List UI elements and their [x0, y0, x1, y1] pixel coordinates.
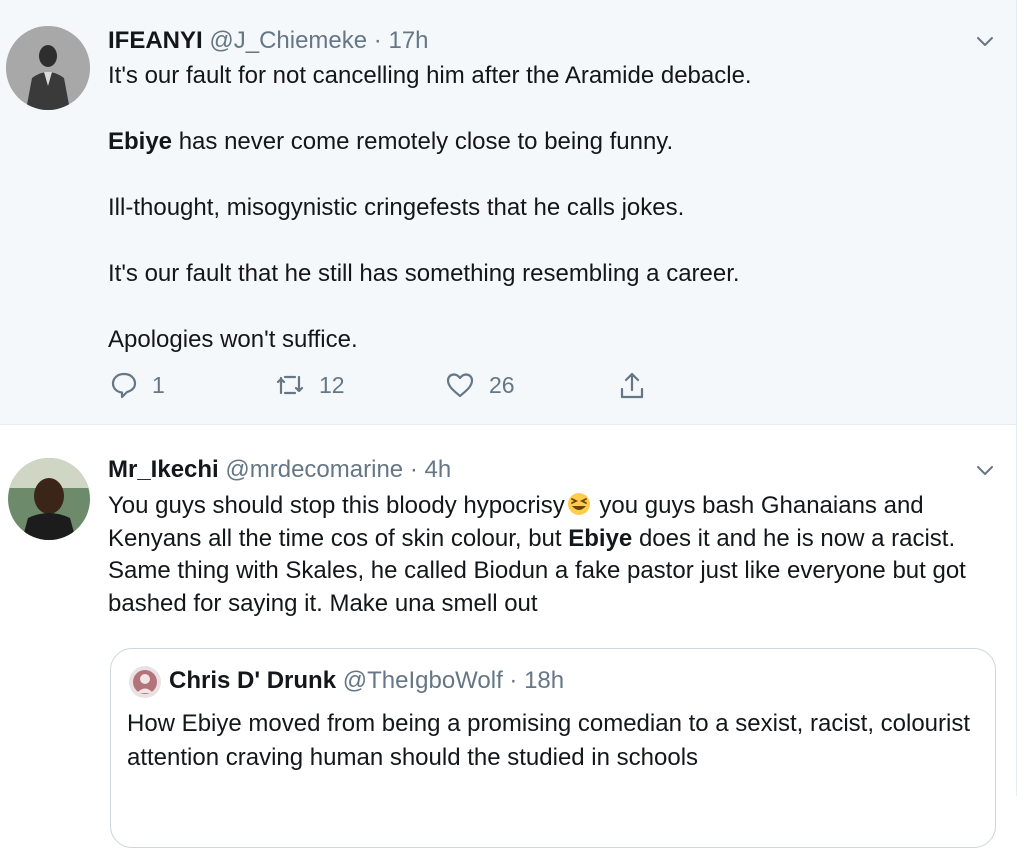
quoted-user-handle: @TheIgboWolf: [342, 667, 503, 694]
highlighted-keyword: Ebiye: [108, 128, 173, 155]
tweet-text: You guys should stop this bloody hypocri…: [108, 490, 998, 620]
share-button[interactable]: [618, 371, 646, 401]
text-segment: It's our fault that he still has somethi…: [108, 260, 740, 287]
tweet-paragraph: It's our fault that he still has somethi…: [108, 258, 988, 290]
retweet-arrows-icon: [276, 375, 304, 395]
reply-count: 1: [152, 371, 165, 398]
chevron-down-icon[interactable]: [974, 30, 996, 52]
tweet-mr-ikechi[interactable]: Mr_Ikechi @mrdecomarine · 4h You guys sh…: [0, 426, 1016, 848]
text-segment: You guys should stop this bloody hypocri…: [108, 492, 565, 519]
tweet-paragraph: Ill-thought, misogynistic cringefests th…: [108, 192, 988, 224]
text-segment: It's our fault for not cancelling him af…: [108, 62, 752, 89]
heart-icon: [446, 373, 474, 398]
retweet-button[interactable]: 12: [275, 371, 345, 399]
quoted-tweet-text: How Ebiye moved from being a promising c…: [127, 710, 971, 771]
quoted-tweet[interactable]: Chris D' Drunk @TheIgboWolf · 18h How Eb…: [110, 648, 996, 848]
timestamp[interactable]: 17h: [388, 27, 428, 54]
tweet-paragraph: Apologies won't suffice.: [108, 324, 988, 356]
share-upload-icon: [620, 372, 644, 399]
tweet-header: IFEANYI @J_Chiemeke · 17h: [108, 27, 429, 55]
tweet-actions: 1 12 26: [110, 371, 670, 403]
display-name[interactable]: IFEANYI: [108, 27, 203, 54]
tweet-ifeanyi[interactable]: IFEANYI @J_Chiemeke · 17h It's our fault…: [0, 0, 1016, 425]
grinning-squinting-face-icon: [565, 492, 593, 516]
user-avatar[interactable]: [8, 458, 90, 540]
like-count: 26: [489, 371, 515, 398]
text-segment: Ill-thought, misogynistic cringefests th…: [108, 194, 685, 221]
like-button[interactable]: 26: [445, 371, 515, 399]
quoted-tweet-header: Chris D' Drunk @TheIgboWolf · 18h: [169, 667, 564, 695]
separator-dot: ·: [509, 667, 518, 694]
separator-dot: ·: [373, 27, 382, 54]
tweet-header: Mr_Ikechi @mrdecomarine · 4h: [108, 456, 451, 484]
speech-bubble-icon: [111, 372, 137, 399]
quoted-display-name: Chris D' Drunk: [169, 667, 337, 694]
timestamp[interactable]: 4h: [424, 456, 451, 483]
highlighted-keyword: Ebiye: [568, 524, 633, 552]
user-handle[interactable]: @mrdecomarine: [225, 456, 403, 483]
separator-dot: ·: [409, 456, 418, 483]
user-avatar[interactable]: [6, 26, 90, 110]
column-border: [1016, 0, 1017, 796]
quoted-user-avatar: [129, 666, 161, 698]
quoted-timestamp: 18h: [524, 667, 565, 694]
chevron-down-icon[interactable]: [974, 459, 996, 481]
tweet-paragraph: Ebiye has never come remotely close to b…: [108, 126, 988, 158]
tweet-text: It's our fault for not cancelling him af…: [108, 60, 988, 356]
text-segment: Apologies won't suffice.: [108, 326, 358, 353]
reply-button[interactable]: 1: [110, 371, 165, 399]
text-segment: has never come remotely close to being f…: [172, 128, 674, 155]
display-name[interactable]: Mr_Ikechi: [108, 456, 219, 483]
user-handle[interactable]: @J_Chiemeke: [209, 27, 367, 54]
retweet-count: 12: [319, 371, 345, 398]
tweet-paragraph: It's our fault for not cancelling him af…: [108, 60, 988, 92]
